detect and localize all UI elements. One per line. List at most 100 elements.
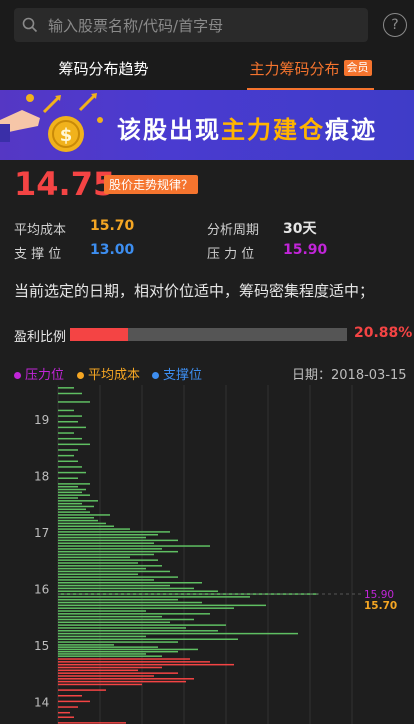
promo-banner[interactable]: $ 该股出现主力建仓痕迹	[0, 90, 414, 160]
profit-ratio-value: 20.88%	[354, 325, 413, 341]
chip-bar	[58, 565, 162, 567]
price-trend-link[interactable]: 股价走势规律？	[104, 175, 199, 194]
chip-bar	[58, 508, 86, 511]
chip-bar	[58, 559, 158, 561]
y-tick-label: 18	[34, 469, 49, 483]
chip-bar	[58, 610, 146, 612]
chip-bar	[58, 644, 114, 646]
banner-headline: 该股出现主力建仓痕迹	[117, 116, 377, 144]
chip-bar	[58, 548, 162, 550]
chip-bar	[58, 556, 130, 559]
tab-bar: 筹码分布趋势 主力筹码分布 会员	[0, 52, 414, 90]
chip-bar	[58, 517, 94, 519]
pressure-label: 压 力 位	[207, 247, 255, 262]
chip-bar	[58, 454, 74, 457]
chip-bar	[58, 497, 78, 499]
chip-bar	[58, 522, 106, 525]
chip-bar	[58, 598, 178, 601]
chip-bar	[58, 632, 298, 635]
chip-bar	[58, 525, 114, 527]
chip-distribution-chart: 14151617181915.9015.70	[34, 385, 397, 724]
chip-bar	[58, 443, 90, 446]
chip-bar	[58, 650, 178, 653]
chip-bar	[58, 500, 98, 502]
chip-bar	[58, 646, 158, 648]
chip-bar	[58, 553, 154, 556]
legend-dot	[14, 372, 21, 379]
chip-bar	[58, 635, 146, 638]
chip-bar	[58, 621, 170, 624]
chip-bar	[58, 587, 194, 590]
tab-label: 主力筹码分布	[249, 60, 340, 78]
y-tick-label: 17	[34, 526, 49, 540]
chip-bar	[58, 582, 202, 584]
y-tick-label: 19	[34, 413, 49, 427]
tab-main-chip-distribution[interactable]: 主力筹码分布 会员	[207, 52, 414, 90]
current-price: 14.75	[14, 165, 116, 203]
chip-bar	[58, 618, 194, 621]
legend-dot	[77, 372, 84, 379]
help-icon[interactable]: ?	[383, 13, 407, 37]
selected-date: 日期：2018-03-15	[292, 368, 407, 383]
search-icon	[22, 17, 38, 33]
support-value: 13.00	[90, 242, 135, 258]
chip-bar	[58, 505, 94, 508]
chip-bar	[58, 607, 234, 609]
chip-bar	[58, 661, 210, 663]
chip-bar	[58, 678, 194, 680]
chip-bar	[58, 641, 178, 643]
chip-bar	[58, 550, 178, 553]
chip-bar	[58, 536, 146, 539]
tab-label: 筹码分布趋势	[58, 60, 149, 78]
chip-bar	[58, 689, 106, 691]
chip-bar	[58, 695, 82, 697]
chip-bar	[58, 514, 110, 516]
search-bar: 输入股票名称/代码/首字母 ?	[0, 0, 414, 52]
support-row: 支 撑 位 13.00	[14, 242, 134, 262]
chip-bar	[58, 722, 126, 724]
chip-bar	[58, 485, 78, 488]
analysis-description: 当前选定的日期，相对价位适中，筹码密集程度适中；	[14, 282, 375, 300]
chip-bar	[58, 460, 78, 463]
legend-avg-cost: 平均成本	[77, 364, 140, 383]
chip-bar	[58, 491, 82, 494]
chip-bar	[58, 415, 82, 417]
chip-bar	[58, 392, 82, 395]
support-label: 支 撑 位	[14, 247, 62, 262]
profit-ratio-bar	[70, 328, 347, 341]
period-row: 分析周期 30天	[207, 219, 316, 238]
chip-bar	[58, 596, 250, 598]
avg-cost-row: 平均成本 15.70	[14, 218, 134, 238]
chip-bar	[58, 672, 178, 674]
chip-bar	[58, 624, 226, 626]
period-value: 30天	[283, 221, 317, 237]
chip-bar	[58, 401, 90, 403]
pressure-row: 压 力 位 15.90	[207, 242, 327, 262]
chip-bar	[58, 488, 86, 491]
chip-bar	[58, 542, 154, 544]
chip-bar	[58, 655, 162, 657]
tab-chip-trend[interactable]: 筹码分布趋势	[0, 52, 207, 90]
chip-bar	[58, 562, 138, 564]
chip-bar	[58, 409, 74, 412]
y-tick-label: 16	[34, 582, 49, 596]
chip-bar	[58, 511, 90, 513]
chip-bar	[58, 653, 146, 655]
y-tick-label: 15	[34, 639, 49, 653]
chip-bar	[58, 700, 90, 703]
search-input[interactable]: 输入股票名称/代码/首字母	[14, 8, 368, 42]
chip-bar	[58, 519, 98, 522]
chip-bar	[58, 432, 74, 434]
y-tick-label: 14	[34, 695, 49, 709]
chip-bar	[58, 711, 70, 714]
avg-cost-value: 15.70	[90, 218, 135, 234]
chip-bar	[58, 683, 142, 686]
chip-bar	[58, 531, 170, 533]
period-label: 分析周期	[207, 223, 260, 238]
chip-bar	[58, 573, 138, 576]
chip-bar	[58, 477, 78, 479]
chip-bar	[58, 533, 158, 536]
chip-bar	[58, 570, 170, 573]
chip-bar	[58, 630, 218, 632]
chip-bar	[58, 545, 210, 547]
